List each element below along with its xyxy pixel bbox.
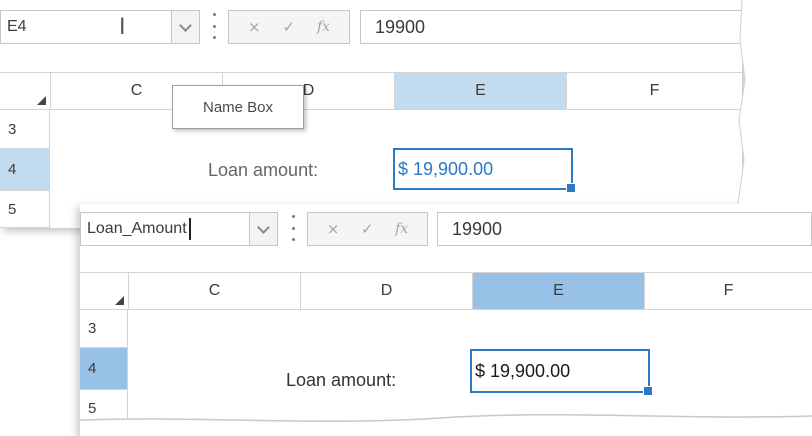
- torn-edge-decoration: [79, 0, 812, 436]
